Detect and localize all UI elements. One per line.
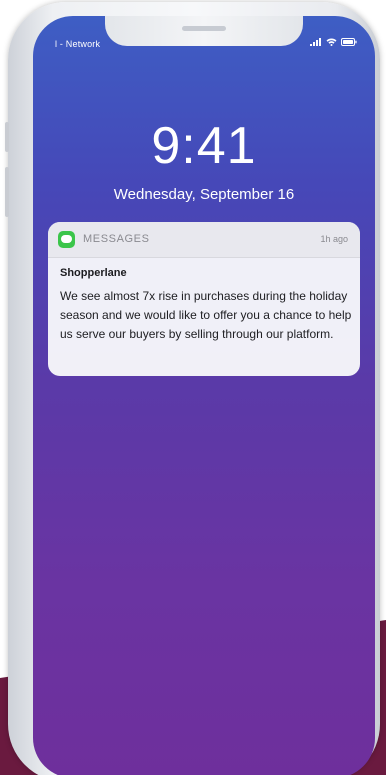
status-icons — [310, 38, 357, 46]
notification-body: Shopperlane We see almost 7x rise in pur… — [60, 267, 352, 344]
battery-icon — [341, 38, 357, 46]
notification-sender: Shopperlane — [60, 267, 127, 279]
phone-notch — [105, 16, 303, 46]
lock-screen: l - Network 9:41 Wednesday, September 16… — [33, 16, 375, 775]
signal-icon — [310, 38, 322, 46]
lock-screen-time: 9:41 — [151, 117, 257, 175]
phone-frame: l - Network 9:41 Wednesday, September 16… — [5, 2, 380, 775]
wifi-icon — [326, 38, 337, 46]
volume-up-button — [5, 122, 9, 152]
promo-canvas: l - Network 9:41 Wednesday, September 16… — [0, 0, 386, 775]
volume-down-button — [5, 167, 9, 217]
notification-app-name: MESSAGES — [83, 233, 150, 245]
notification-header: MESSAGES 1h ago — [48, 222, 360, 258]
carrier-label: l - Network — [55, 39, 101, 49]
message-notification[interactable]: MESSAGES 1h ago Shopperlane We see almos… — [48, 222, 360, 376]
messages-icon — [58, 231, 75, 248]
notification-message: We see almost 7x rise in purchases durin… — [60, 289, 352, 341]
earpiece-speaker — [182, 26, 226, 31]
notification-time: 1h ago — [320, 234, 348, 244]
lock-screen-date: Wednesday, September 16 — [113, 186, 295, 203]
